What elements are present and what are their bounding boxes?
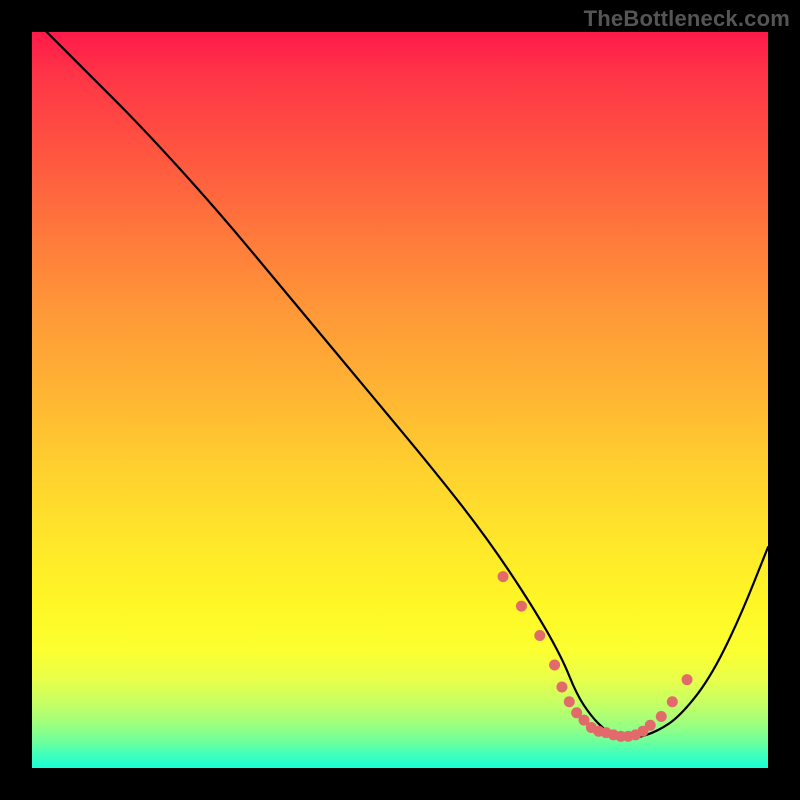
chart-plot-area xyxy=(32,32,768,768)
optimal-range-dot xyxy=(498,571,509,582)
optimal-range-dot xyxy=(645,720,656,731)
optimal-range-dot xyxy=(667,696,678,707)
optimal-range-dot xyxy=(682,674,693,685)
optimal-range-dot xyxy=(564,696,575,707)
bottleneck-curve xyxy=(47,32,768,739)
watermark-text: TheBottleneck.com xyxy=(584,6,790,32)
optimal-range-dot xyxy=(656,711,667,722)
chart-svg xyxy=(32,32,768,768)
optimal-range-dot xyxy=(556,682,567,693)
optimal-range-dot xyxy=(534,630,545,641)
chart-frame: TheBottleneck.com xyxy=(0,0,800,800)
optimal-range-dot xyxy=(549,659,560,670)
optimal-range-dot xyxy=(516,601,527,612)
